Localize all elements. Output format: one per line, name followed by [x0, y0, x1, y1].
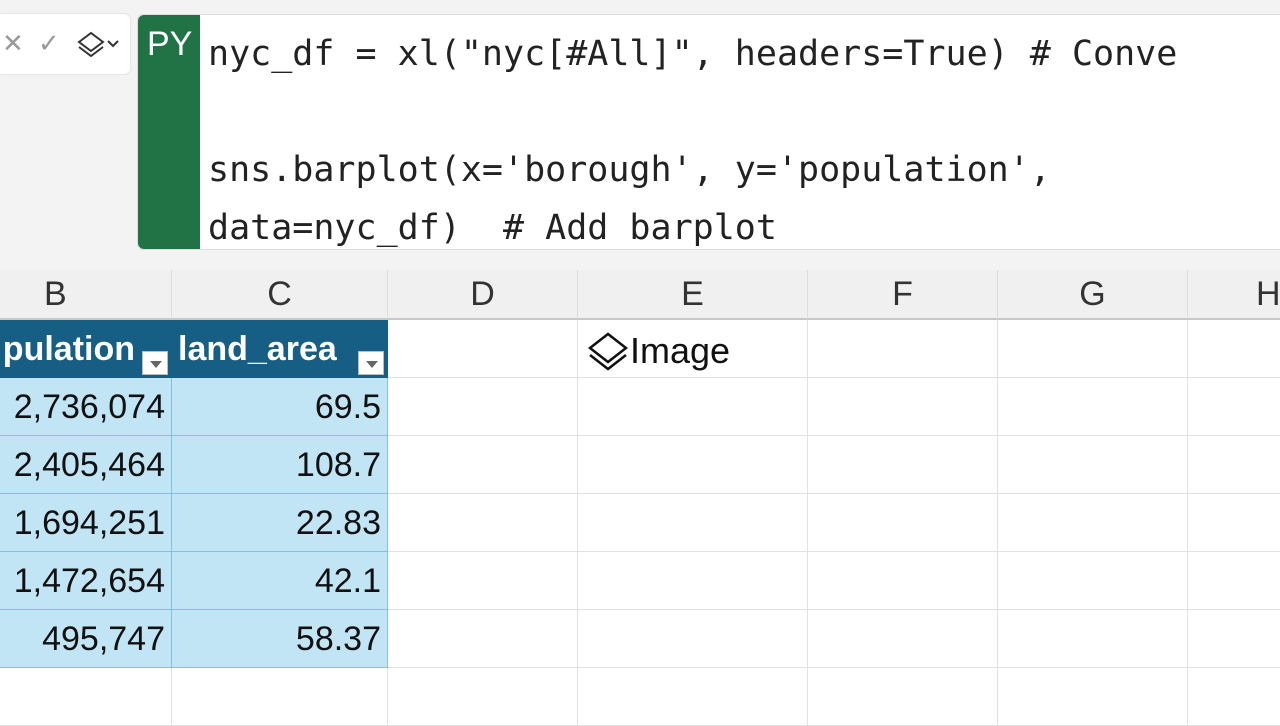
table-header-land-area[interactable]: land_area	[172, 320, 388, 378]
layers-icon[interactable]	[76, 30, 124, 58]
grid-cell[interactable]	[808, 610, 998, 668]
grid-cell[interactable]	[578, 436, 808, 494]
formula-controls: ✕ ✓	[0, 14, 130, 74]
grid-cell[interactable]	[998, 320, 1188, 378]
code-line: data=nyc_df) # Add barplot	[208, 208, 777, 248]
population-cell[interactable]: 1,694,251	[0, 494, 172, 552]
grid-cell[interactable]	[1188, 552, 1280, 610]
image-cell[interactable]: Image	[586, 330, 730, 372]
grid-cell[interactable]	[1188, 610, 1280, 668]
land-area-cell[interactable]: 42.1	[172, 552, 388, 610]
grid-cell[interactable]	[1188, 436, 1280, 494]
land-area-cell[interactable]: 58.37	[172, 610, 388, 668]
column-header-f[interactable]: F	[808, 270, 998, 320]
grid-cell[interactable]	[1188, 668, 1280, 726]
grid-cell[interactable]	[578, 494, 808, 552]
image-label: Image	[630, 330, 731, 371]
filter-dropdown-icon[interactable]	[358, 351, 384, 375]
grid-cell[interactable]	[808, 320, 998, 378]
grid-cell[interactable]	[1188, 378, 1280, 436]
layers-icon	[587, 332, 629, 371]
cancel-icon[interactable]: ✕	[2, 28, 24, 59]
grid-cell[interactable]	[388, 668, 578, 726]
grid-cell[interactable]	[388, 378, 578, 436]
grid-cell[interactable]	[808, 378, 998, 436]
python-code[interactable]: nyc_df = xl("nyc[#All]", headers=True) #…	[208, 25, 1278, 257]
grid-cell[interactable]	[998, 494, 1188, 552]
population-cell[interactable]: 2,405,464	[0, 436, 172, 494]
table-header-population[interactable]: pulation	[0, 320, 172, 378]
land-area-cell[interactable]: 108.7	[172, 436, 388, 494]
grid-cell[interactable]	[808, 494, 998, 552]
column-header-b[interactable]: B	[0, 270, 172, 320]
population-cell[interactable]: 2,736,074	[0, 378, 172, 436]
grid-cell[interactable]	[998, 668, 1188, 726]
grid-cell[interactable]	[388, 436, 578, 494]
grid-cell[interactable]	[578, 610, 808, 668]
formula-input[interactable]: PY nyc_df = xl("nyc[#All]", headers=True…	[137, 14, 1280, 250]
population-cell[interactable]: 1,472,654	[0, 552, 172, 610]
grid-cell[interactable]	[1188, 494, 1280, 552]
code-line: nyc_df = xl("nyc[#All]", headers=True) #…	[208, 34, 1178, 74]
enter-icon[interactable]: ✓	[38, 28, 60, 59]
code-line: sns.barplot(x='borough', y='population',	[208, 150, 1051, 190]
grid-cell[interactable]	[808, 668, 998, 726]
land-area-cell[interactable]: 22.83	[172, 494, 388, 552]
filter-dropdown-icon[interactable]	[142, 351, 168, 375]
grid-cell[interactable]	[578, 378, 808, 436]
grid-cell[interactable]	[998, 378, 1188, 436]
grid-cell[interactable]	[808, 552, 998, 610]
grid-cell[interactable]	[172, 668, 388, 726]
grid-cell[interactable]	[998, 610, 1188, 668]
grid-cell[interactable]	[998, 552, 1188, 610]
grid-cell[interactable]	[388, 320, 578, 378]
population-cell[interactable]: 495,747	[0, 610, 172, 668]
header-label: land_area	[178, 330, 337, 368]
grid-cell[interactable]	[998, 436, 1188, 494]
grid-cell[interactable]	[578, 668, 808, 726]
header-label: pulation	[2, 330, 135, 368]
grid-cell[interactable]	[388, 552, 578, 610]
python-badge: PY	[138, 15, 200, 249]
land-area-cell[interactable]: 69.5	[172, 378, 388, 436]
grid-cell[interactable]	[388, 494, 578, 552]
grid-cell[interactable]	[578, 552, 808, 610]
column-header-c[interactable]: C	[172, 270, 388, 320]
column-header-d[interactable]: D	[388, 270, 578, 320]
grid-cell[interactable]	[0, 668, 172, 726]
grid-cell[interactable]	[1188, 320, 1280, 378]
column-header-h[interactable]: H	[1188, 270, 1280, 320]
grid-cell[interactable]	[808, 436, 998, 494]
grid-cell[interactable]	[388, 610, 578, 668]
column-header-g[interactable]: G	[998, 270, 1188, 320]
column-header-e[interactable]: E	[578, 270, 808, 320]
